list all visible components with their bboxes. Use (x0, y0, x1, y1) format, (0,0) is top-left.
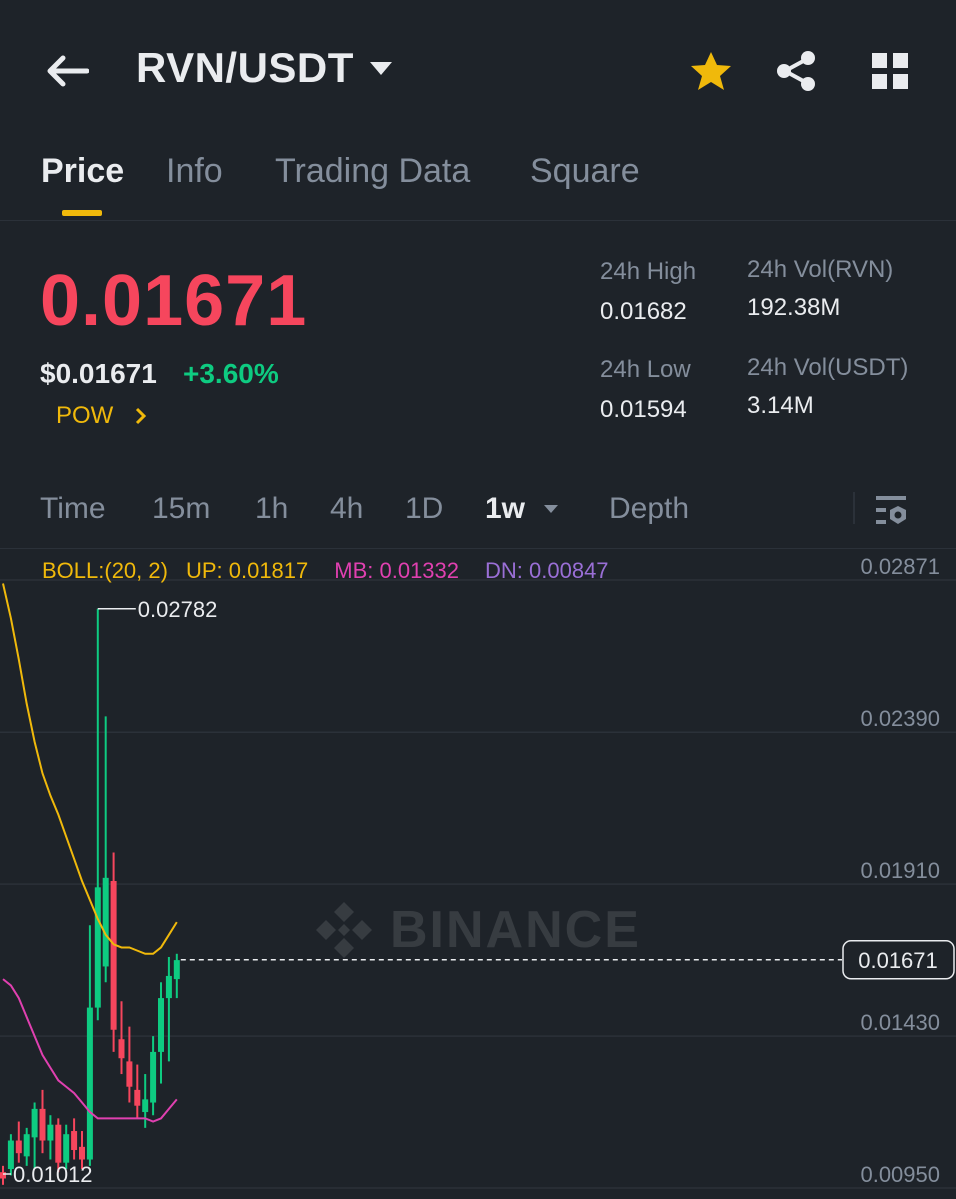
tag-label: POW (56, 402, 114, 429)
last-price-badge-label: 0.01671 (858, 948, 938, 973)
arrow-left-icon (47, 55, 89, 87)
interval-4h[interactable]: 4h (330, 492, 363, 526)
tab-price[interactable]: Price (41, 152, 124, 191)
candle-body (23, 1134, 30, 1157)
candle-body (158, 998, 164, 1052)
candle-body (71, 1131, 78, 1151)
y-tick-label: 0.02390 (860, 706, 940, 731)
candle-body (94, 887, 101, 1008)
interval-1w-label: 1w (485, 492, 526, 525)
y-tick-label: 0.01430 (860, 1010, 940, 1035)
candle-body (142, 1099, 149, 1113)
pair-selector[interactable]: RVN/USDT (136, 44, 394, 92)
active-tab-indicator (62, 210, 102, 216)
share-icon (777, 51, 815, 91)
price-change-percent: +3.60% (183, 358, 279, 389)
candle-body (39, 1108, 46, 1141)
boll-up: UP: 0.01817 (185, 558, 309, 583)
candle-body (63, 1134, 70, 1163)
tab-info[interactable]: Info (166, 152, 223, 191)
watermark-text: BINANCE (390, 901, 641, 959)
vol-base-value: 192.38M (747, 294, 841, 321)
binance-logo-icon (316, 902, 372, 958)
boll-params: BOLL:(20, 2) (42, 558, 168, 583)
divider (853, 492, 855, 524)
y-tick-label: 0.01910 (860, 858, 940, 883)
y-tick-label: 0.00950 (860, 1162, 940, 1187)
high-value: 0.01682 (600, 298, 687, 325)
price-summary: 0.01671 $0.01671 +3.60% POW 24h High 0.0… (0, 220, 956, 480)
candle-body (134, 1089, 141, 1106)
candle-body (47, 1124, 54, 1141)
main-tabs: Price Info Trading Data Square (0, 140, 956, 221)
candle-body (15, 1140, 22, 1154)
low-value: 0.01594 (600, 396, 687, 423)
pair-name: RVN/USDT (136, 44, 354, 91)
chart-settings-icon (876, 496, 906, 524)
last-price: 0.01671 (40, 261, 308, 341)
candle-body (55, 1124, 62, 1163)
tab-square[interactable]: Square (530, 152, 640, 191)
favorite-button[interactable] (686, 46, 736, 96)
interval-1w[interactable]: 1w (485, 492, 559, 526)
caret-down-icon (544, 505, 559, 513)
interval-time[interactable]: Time (40, 492, 106, 526)
candle-body (0, 1172, 6, 1179)
boll-mb: MB: 0.01332 (334, 558, 460, 583)
chevron-right-icon (136, 407, 147, 425)
candle-body (118, 1039, 125, 1059)
low-label: 24h Low (600, 356, 691, 383)
candle-body (173, 960, 180, 980)
star-icon (691, 52, 731, 90)
candle-body (126, 1061, 133, 1087)
candle-body (102, 877, 109, 967)
vol-quote-value: 3.14M (747, 392, 814, 419)
candlestick-chart[interactable]: 0.02871 0.02390 0.01910 0.01430 0.00950 0.027… (0, 548, 956, 1199)
boll-dn: DN: 0.00847 (485, 558, 609, 583)
top-bar: RVN/USDT (0, 0, 956, 140)
tab-trading-data[interactable]: Trading Data (275, 152, 470, 191)
pow-tag[interactable]: POW (56, 402, 147, 430)
usd-price: $0.01671 (40, 358, 157, 389)
interval-1d[interactable]: 1D (405, 492, 443, 526)
candle-body (150, 1051, 157, 1103)
chart-settings-button[interactable] (872, 488, 912, 532)
max-price-label: 0.02782 (138, 597, 218, 622)
back-button[interactable] (40, 46, 94, 96)
share-button[interactable] (772, 46, 820, 96)
interval-1h[interactable]: 1h (255, 492, 288, 526)
caret-down-icon (368, 55, 394, 81)
min-price-label: 0.01012 (13, 1162, 93, 1187)
vol-quote-label: 24h Vol(USDT) (747, 354, 909, 381)
interval-bar: Time 15m 1h 4h 1D 1w Depth (0, 480, 956, 549)
candle-body (31, 1108, 38, 1138)
more-menu-button[interactable] (866, 46, 914, 96)
binance-watermark: BINANCE (312, 898, 641, 962)
boll-legend: BOLL:(20, 2) UP: 0.01817 MB: 0.01332 DN:… (42, 558, 609, 584)
vol-base-label: 24h Vol(RVN) (747, 256, 894, 283)
interval-depth[interactable]: Depth (609, 492, 689, 526)
grid-icon (872, 53, 908, 89)
candle-body (110, 880, 117, 1030)
interval-15m[interactable]: 15m (152, 492, 210, 526)
candle-body (79, 1146, 85, 1160)
high-label: 24h High (600, 258, 697, 285)
boll-upper-line (2, 583, 178, 955)
candle-body (86, 1007, 93, 1160)
candle-body (165, 975, 172, 999)
y-tick-label: 0.02871 (860, 554, 940, 579)
